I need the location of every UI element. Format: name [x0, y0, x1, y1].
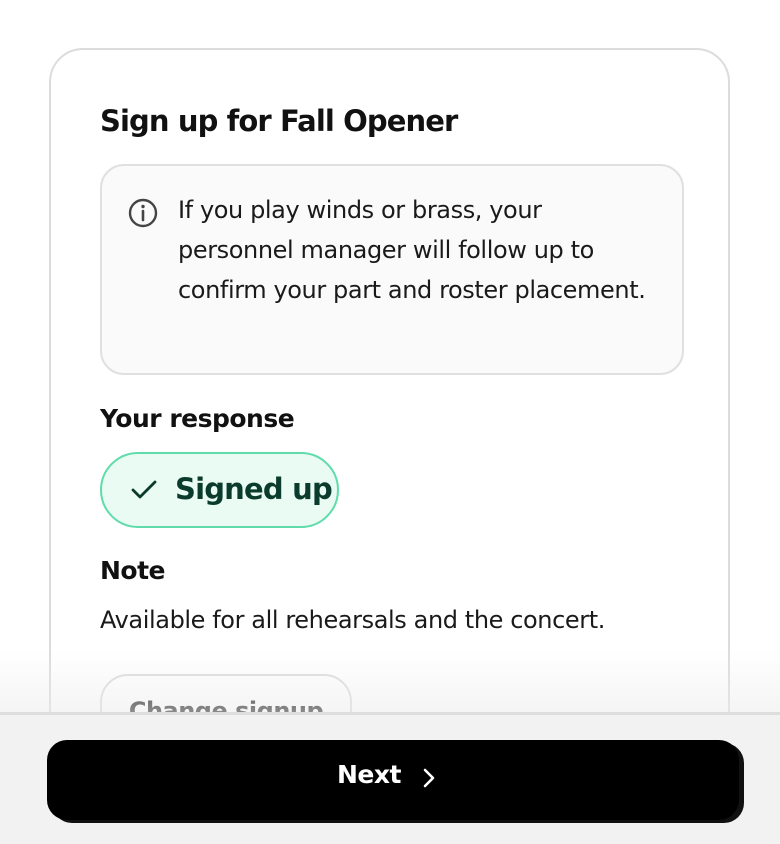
- note-label: Note: [100, 556, 166, 585]
- card-title: Sign up for Fall Opener: [100, 104, 458, 138]
- info-notice-text: If you play winds or brass, your personn…: [178, 196, 646, 304]
- page: Sign up for Fall Opener If you play wind…: [0, 0, 780, 844]
- chevron-right-icon: [423, 768, 435, 788]
- response-status-badge: Signed up: [100, 452, 339, 528]
- next-button[interactable]: Next: [47, 740, 739, 820]
- info-notice: If you play winds or brass, your personn…: [100, 164, 684, 375]
- response-label: Your response: [100, 404, 295, 433]
- next-button-label: Next: [337, 760, 401, 789]
- response-status-text: Signed up: [175, 472, 333, 506]
- info-circle-icon: [128, 198, 158, 228]
- note-text: Available for all rehearsals and the con…: [100, 606, 605, 634]
- signup-card: Sign up for Fall Opener If you play wind…: [49, 48, 730, 808]
- checkmark-icon: [131, 480, 157, 499]
